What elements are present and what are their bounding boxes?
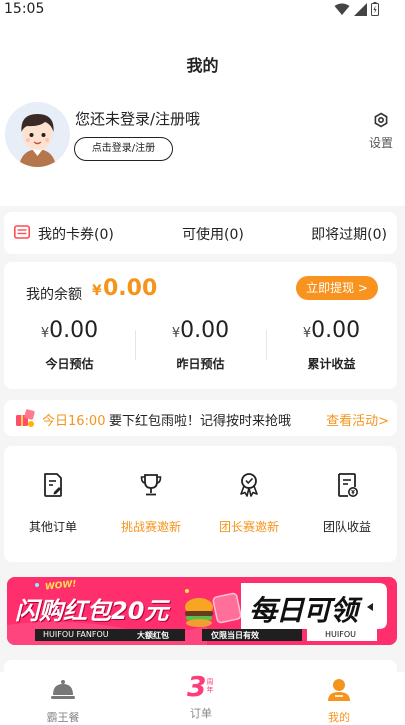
menu-item-challenge-invite[interactable]: 挑战赛邀新	[102, 468, 200, 535]
tab-mine[interactable]: 我的	[299, 678, 379, 725]
tab-free-meal[interactable]: 霸王餐	[23, 678, 103, 725]
status-icons	[334, 2, 379, 16]
available-coupons-link[interactable]: 可使用(0)	[182, 224, 244, 244]
stat-total[interactable]: ¥0.00 累计收益	[266, 318, 397, 372]
award-ribbon-icon	[240, 473, 258, 497]
status-bar: 15:05	[0, 0, 405, 20]
avatar[interactable]	[5, 102, 70, 167]
coupon-summary-row: 我的卡券(0) 可使用(0) 即将过期(0)	[4, 212, 397, 254]
wifi-icon	[334, 3, 350, 15]
tab-orders[interactable]: 3 周年 订单	[161, 672, 241, 721]
trophy-icon	[140, 474, 162, 496]
expiring-coupons-link[interactable]: 即将过期(0)	[311, 224, 387, 244]
earnings-document-icon	[338, 473, 358, 497]
avatar-illustration-icon	[5, 102, 70, 167]
anniversary-badge-number: 3	[187, 670, 207, 703]
person-icon	[328, 679, 350, 701]
withdraw-button[interactable]: 立即提现 >	[296, 276, 378, 300]
stat-value: 0.00	[49, 318, 99, 343]
settings-button[interactable]: 设置	[364, 112, 398, 151]
stat-currency: ¥	[302, 326, 312, 341]
stat-yesterday[interactable]: ¥0.00 昨日预估	[135, 318, 266, 372]
promo-banner[interactable]: WOW! 闪购红包20元 HUIFOU FANFOU 大额红包 每日可领 仅限当…	[7, 577, 397, 645]
banner-left-sub2: 大额红包	[137, 631, 169, 640]
signal-icon	[354, 2, 367, 16]
stat-currency: ¥	[40, 326, 50, 341]
status-time: 15:05	[4, 1, 45, 17]
login-register-button[interactable]: 点击登录/注册	[74, 137, 173, 161]
balance-amount: 0.00	[103, 276, 158, 301]
anniversary-badge-text: 周年	[206, 678, 214, 694]
banner-left-sub1: HUIFOU FANFOU	[43, 630, 109, 639]
menu-item-other-orders[interactable]: 其他订单	[4, 468, 102, 535]
red-packet-notice: 今日16:00 要下红包雨啦！记得按时来抢哦 查看活动>	[4, 400, 397, 436]
balance-card: 我的余额 ¥ 0.00 立即提现 > ¥0.00 今日预估 ¥0.00 昨日预估…	[4, 262, 397, 389]
menu-label: 团长赛邀新	[218, 520, 279, 534]
document-edit-icon	[44, 473, 62, 497]
tab-label: 霸王餐	[46, 711, 80, 724]
cloche-icon	[51, 680, 75, 699]
anniversary-3-icon: 3 周年	[161, 672, 241, 702]
page-title: 我的	[186, 56, 219, 75]
stat-label: 累计收益	[307, 357, 356, 371]
view-activity-link[interactable]: 查看活动>	[326, 410, 389, 429]
stat-label: 昨日预估	[176, 357, 225, 371]
menu-label: 挑战赛邀新	[120, 520, 181, 534]
stat-label: 今日预估	[45, 357, 94, 371]
menu-item-leader-invite[interactable]: 团长赛邀新	[200, 468, 298, 535]
stat-today[interactable]: ¥0.00 今日预估	[4, 318, 135, 372]
menu-label: 团队收益	[322, 520, 371, 534]
banner-left-title: 闪购红包20元	[15, 597, 169, 625]
menu-label: 其他订单	[28, 520, 77, 534]
notice-message: 要下红包雨啦！记得按时来抢哦	[109, 414, 292, 429]
banner-right-title: 每日可领	[249, 594, 358, 627]
login-prompt[interactable]: 您还未登录/注册哦	[75, 108, 200, 129]
coupon-icon	[14, 225, 30, 239]
tab-label: 订单	[190, 707, 212, 720]
notice-time: 今日16:00	[42, 414, 106, 429]
battery-icon	[371, 2, 379, 16]
balance-currency: ¥	[92, 283, 102, 299]
gift-box-icon	[16, 409, 35, 427]
stat-currency: ¥	[171, 326, 181, 341]
banner-right-sub2: HUIFOU	[325, 630, 356, 639]
settings-icon	[374, 112, 388, 128]
stat-value: 0.00	[180, 318, 230, 343]
my-coupons-link[interactable]: 我的卡券(0)	[38, 224, 114, 244]
menu-item-team-earnings[interactable]: 团队收益	[298, 468, 396, 535]
stat-value: 0.00	[311, 318, 361, 343]
menu-grid: 其他订单 挑战赛邀新 团长赛邀新 团队收益	[4, 446, 397, 562]
tab-label: 我的	[328, 711, 350, 724]
banner-right-sub1: 仅限当日有效	[211, 631, 259, 640]
balance-label: 我的余额	[26, 287, 82, 303]
bottom-tab-bar: 霸王餐 3 周年 订单 我的	[0, 672, 405, 725]
settings-label: 设置	[368, 136, 393, 150]
